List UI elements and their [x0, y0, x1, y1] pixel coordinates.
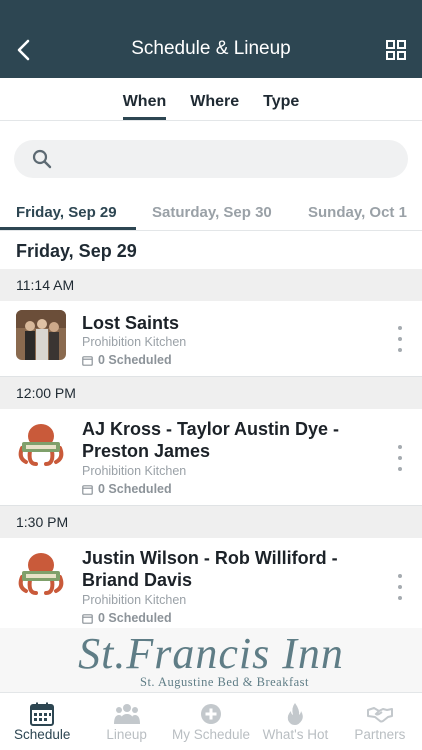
event-scheduled-count: 0 Scheduled	[82, 611, 172, 625]
grid-icon[interactable]	[386, 40, 406, 60]
plus-circle-icon	[201, 704, 222, 724]
more-options-button[interactable]	[396, 445, 404, 471]
app-header: Schedule & Lineup	[0, 0, 422, 78]
event-venue: Prohibition Kitchen	[82, 464, 187, 478]
tab-schedule[interactable]: Schedule	[0, 693, 84, 750]
tab-label: Schedule	[14, 727, 71, 742]
tab-date-fri[interactable]: Friday, Sep 29	[16, 204, 117, 221]
dot	[398, 596, 402, 600]
people-icon	[113, 704, 140, 724]
tab-partners[interactable]: Partners	[338, 693, 422, 750]
dot	[398, 574, 402, 578]
event-name: Lost Saints	[82, 313, 180, 333]
sponsor-logo-title: St.Francis Inn	[78, 629, 344, 678]
time-slot-header: 1:30 PM	[0, 506, 422, 538]
scheduled-label: 0 Scheduled	[98, 353, 172, 367]
event-thumbnail	[16, 418, 66, 468]
event-scheduled-count: 0 Scheduled	[82, 482, 172, 496]
event-venue: Prohibition Kitchen	[82, 335, 187, 349]
flame-icon	[288, 703, 304, 725]
tab-label: Lineup	[106, 727, 147, 742]
tab-type[interactable]: Type	[263, 78, 299, 120]
page-title: Schedule & Lineup	[131, 38, 291, 59]
search-icon	[32, 149, 52, 169]
date-tab-indicator	[0, 227, 136, 230]
scheduled-label: 0 Scheduled	[98, 611, 172, 625]
event-row[interactable]: AJ Kross - Taylor Austin Dye - Preston J…	[0, 409, 422, 505]
dot	[398, 337, 402, 341]
date-tabs: Friday, Sep 29 Saturday, Sep 30 Sunday, …	[0, 193, 422, 231]
tab-date-sat[interactable]: Saturday, Sep 30	[152, 204, 272, 221]
handshake-icon	[366, 707, 393, 723]
time-slot-header: 11:14 AM	[0, 269, 422, 301]
dot	[398, 456, 402, 460]
event-venue: Prohibition Kitchen	[82, 593, 187, 607]
calendar-small-icon	[82, 484, 93, 495]
calendar-small-icon	[82, 355, 93, 366]
more-options-button[interactable]	[396, 326, 404, 352]
dot	[398, 445, 402, 449]
sponsor-banner[interactable]: St.Francis Inn St. Augustine Bed & Break…	[0, 628, 422, 692]
event-name: AJ Kross - Taylor Austin Dye - Preston J…	[82, 419, 340, 461]
event-thumbnail	[16, 310, 66, 360]
dot	[398, 467, 402, 471]
octopus-logo-icon	[16, 547, 66, 597]
event-thumbnail	[16, 547, 66, 597]
dot	[398, 585, 402, 589]
event-scheduled-count: 0 Scheduled	[82, 353, 172, 367]
band-photo-icon	[16, 310, 66, 360]
event-name: Justin Wilson - Rob Williford - Briand D…	[82, 548, 338, 590]
time-slot-header: 12:00 PM	[0, 377, 422, 409]
tab-label: Partners	[354, 727, 406, 742]
calendar-icon	[30, 702, 55, 726]
bottom-tab-bar: Schedule Lineup My Schedule What's Hot P…	[0, 692, 422, 750]
tab-when[interactable]: When	[122, 78, 166, 120]
octopus-logo-icon	[16, 418, 66, 468]
calendar-small-icon	[82, 613, 93, 624]
dot	[398, 326, 402, 330]
dot	[398, 348, 402, 352]
day-heading: Friday, Sep 29	[16, 241, 137, 261]
tab-date-sun[interactable]: Sunday, Oct 1	[308, 204, 407, 221]
search-input[interactable]	[14, 140, 408, 178]
sponsor-logo-subtitle: St. Augustine Bed & Breakfast	[140, 675, 309, 689]
tab-lineup[interactable]: Lineup	[84, 693, 168, 750]
event-row[interactable]: Lost Saints Prohibition Kitchen 0 Schedu…	[0, 301, 422, 376]
tab-label: What's Hot	[262, 727, 329, 742]
tab-whats-hot[interactable]: What's Hot	[253, 693, 337, 750]
tab-where[interactable]: Where	[190, 78, 239, 120]
event-row[interactable]: Justin Wilson - Rob Williford - Briand D…	[0, 538, 422, 628]
more-options-button[interactable]	[396, 574, 404, 600]
scheduled-label: 0 Scheduled	[98, 482, 172, 496]
tab-my-schedule[interactable]: My Schedule	[169, 693, 253, 750]
filter-mode-tabs: When Where Type	[0, 78, 422, 121]
tab-label: My Schedule	[171, 727, 251, 742]
